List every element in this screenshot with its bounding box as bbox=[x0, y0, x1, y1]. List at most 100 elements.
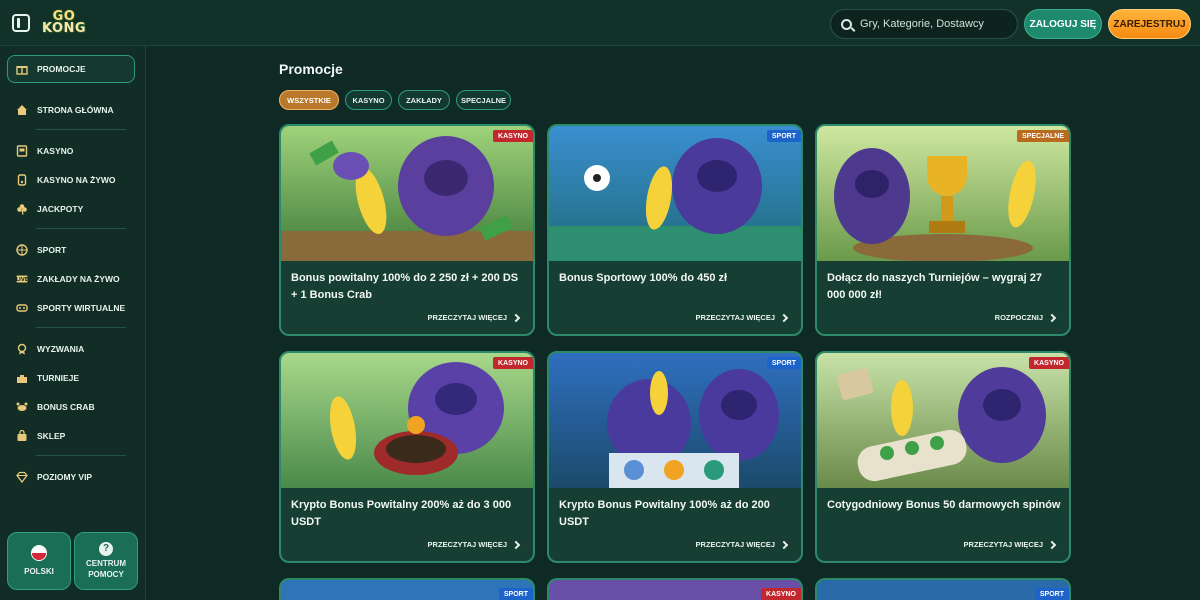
sidebar-item-label: SKLEP bbox=[37, 431, 66, 441]
sidebar-divider bbox=[36, 129, 126, 130]
read-more-link[interactable]: PRZECZYTAJ WIĘCEJ bbox=[427, 540, 521, 549]
promo-card[interactable]: KASYNO Bonus powitalny 100% do 2 250 zł … bbox=[279, 124, 535, 336]
category-badge: SPORT bbox=[498, 588, 533, 600]
sidebar-item-bonus-crab[interactable]: BONUS CRAB bbox=[16, 397, 95, 417]
promo-card-partial[interactable]: KASYNO bbox=[547, 578, 803, 600]
sidebar-item-shop[interactable]: SKLEP bbox=[16, 426, 65, 446]
promo-card-partial[interactable]: SPORT bbox=[279, 578, 535, 600]
sidebar-item-casino[interactable]: KASYNO bbox=[16, 141, 73, 161]
poland-flag-icon bbox=[31, 544, 47, 561]
clover-icon bbox=[16, 203, 28, 215]
tab-bets[interactable]: ZAKŁADY bbox=[398, 90, 450, 110]
promo-image-banana-gorilla-money bbox=[281, 126, 533, 261]
sidebar-item-vip-levels[interactable]: POZIOMY VIP bbox=[16, 467, 92, 487]
chevron-right-icon bbox=[511, 313, 521, 322]
read-more-link[interactable]: PRZECZYTAJ WIĘCEJ bbox=[963, 540, 1057, 549]
sidebar-item-live-casino[interactable]: KASYNO NA ŻYWO bbox=[16, 170, 116, 190]
sidebar-item-label: SPORTY WIRTUALNE bbox=[37, 303, 126, 313]
read-more-label: PRZECZYTAJ WIĘCEJ bbox=[695, 313, 775, 322]
crab-icon bbox=[16, 401, 28, 413]
tournament-icon bbox=[16, 372, 28, 384]
category-badge: SPORT bbox=[1034, 588, 1069, 600]
live-bets-icon: LIVE bbox=[16, 273, 29, 285]
chevron-right-icon bbox=[1047, 540, 1057, 549]
category-badge: KASYNO bbox=[761, 588, 801, 600]
read-more-link[interactable]: PRZECZYTAJ WIĘCEJ bbox=[696, 540, 789, 549]
sidebar-divider bbox=[36, 228, 126, 229]
sidebar-divider bbox=[36, 455, 126, 456]
promo-title: Cotygodniowy Bonus 50 darmowych spinów bbox=[827, 499, 1061, 511]
read-more-label: PRZECZYTAJ WIĘCEJ bbox=[427, 313, 507, 322]
category-badge: KASYNO bbox=[493, 357, 533, 369]
tab-all[interactable]: WSZYSTKIE bbox=[279, 90, 339, 110]
promo-card[interactable]: KASYNO Krypto Bonus Powitalny 200% aż do… bbox=[279, 351, 535, 563]
gift-icon bbox=[16, 63, 28, 75]
shop-bag-icon bbox=[16, 429, 28, 442]
page-title: Promocje bbox=[279, 61, 343, 77]
promo-card[interactable]: SPORT Krypto Bonus Powitalny 100% aż do … bbox=[547, 351, 803, 563]
medal-icon bbox=[16, 343, 28, 355]
sidebar-item-label: KASYNO bbox=[37, 146, 74, 156]
sidebar-item-home[interactable]: STRONA GŁÓWNA bbox=[16, 100, 114, 120]
search-icon bbox=[841, 18, 852, 30]
promo-image-crypto-podium bbox=[549, 353, 801, 488]
top-bar: GO KONG ZALOGUJ SIĘ ZAREJESTRUJ bbox=[0, 0, 1200, 46]
help-center-button[interactable]: ? CENTRUM POMOCY bbox=[74, 532, 138, 590]
promo-title: Krypto Bonus Powitalny 200% aż do 3 000 … bbox=[291, 499, 512, 529]
start-label: ROZPOCZNIJ bbox=[994, 313, 1043, 322]
promo-title: Dołącz do naszych Turniejów – wygraj 27 … bbox=[827, 272, 1042, 302]
promo-title: Bonus powitalny 100% do 2 250 zł + 200 D… bbox=[291, 272, 519, 302]
sidebar-item-label: POZIOMY VIP bbox=[37, 472, 93, 482]
logo-line-2: KONG bbox=[41, 21, 87, 36]
sidebar-item-label: ZAKŁADY NA ŻYWO bbox=[37, 274, 120, 284]
sidebar-item-challenges[interactable]: WYZWANIA bbox=[16, 339, 84, 359]
chevron-right-icon bbox=[1047, 313, 1057, 322]
sidebar-item-label: KASYNO NA ŻYWO bbox=[37, 175, 116, 185]
promo-card[interactable]: SPORT Bonus Sportowy 100% do 450 zł PRZE… bbox=[547, 124, 803, 336]
promo-card[interactable]: KASYNO Cotygodniowy Bonus 50 darmowych s… bbox=[815, 351, 1071, 563]
read-more-label: PRZECZYTAJ WIĘCEJ bbox=[427, 540, 507, 549]
home-icon bbox=[16, 104, 28, 116]
chevron-right-icon bbox=[779, 313, 789, 322]
category-badge: KASYNO bbox=[1029, 357, 1069, 369]
start-link[interactable]: ROZPOCZNIJ bbox=[994, 313, 1057, 322]
login-button[interactable]: ZALOGUJ SIĘ bbox=[1024, 9, 1102, 39]
live-casino-icon bbox=[16, 174, 28, 186]
sidebar-item-jackpots[interactable]: JACKPOTY bbox=[16, 199, 83, 219]
promo-card[interactable]: SPECJALNE Dołącz do naszych Turniejów – … bbox=[815, 124, 1071, 336]
virtual-sports-icon bbox=[16, 302, 28, 314]
sidebar-divider bbox=[36, 327, 126, 328]
read-more-link[interactable]: PRZECZYTAJ WIĘCEJ bbox=[427, 313, 521, 322]
search-box[interactable] bbox=[830, 9, 1018, 39]
sidebar-item-sport[interactable]: SPORT bbox=[16, 240, 66, 260]
read-more-label: PRZECZYTAJ WIĘCEJ bbox=[963, 540, 1043, 549]
help-label-line-1: CENTRUM bbox=[86, 558, 126, 568]
logo[interactable]: GO KONG bbox=[40, 6, 88, 40]
sidebar-toggle-icon[interactable] bbox=[12, 14, 30, 32]
promo-title: Bonus Sportowy 100% do 450 zł bbox=[559, 272, 728, 284]
category-badge: SPORT bbox=[766, 130, 801, 142]
chevron-right-icon bbox=[779, 540, 789, 549]
read-more-link[interactable]: PRZECZYTAJ WIĘCEJ bbox=[695, 313, 789, 322]
tab-casino[interactable]: KASYNO bbox=[345, 90, 392, 110]
language-button[interactable]: POLSKI bbox=[7, 532, 71, 590]
promo-title: Krypto Bonus Powitalny 100% aż do 200 US… bbox=[559, 499, 770, 529]
sidebar-item-label: BONUS CRAB bbox=[37, 402, 95, 412]
sidebar-item-label: STRONA GŁÓWNA bbox=[37, 105, 114, 115]
sidebar-item-promotions-label-row[interactable]: PROMOCJE bbox=[16, 59, 86, 79]
sidebar-item-tournaments[interactable]: TURNIEJE bbox=[16, 368, 79, 388]
sidebar-item-label: SPORT bbox=[37, 245, 67, 255]
sidebar: PROMOCJE STRONA GŁÓWNA KASYNO KASYNO NA … bbox=[0, 46, 146, 600]
sidebar-item-label: JACKPOTY bbox=[37, 204, 84, 214]
search-input[interactable] bbox=[860, 18, 1010, 30]
register-button[interactable]: ZAREJESTRUJ bbox=[1108, 9, 1191, 39]
promo-card-partial[interactable]: SPORT bbox=[815, 578, 1071, 600]
promo-image-sport-gorilla-football bbox=[549, 126, 801, 261]
sidebar-item-live-bets[interactable]: LIVE ZAKŁADY NA ŻYWO bbox=[16, 269, 120, 289]
tab-special[interactable]: SPECJALNE bbox=[456, 90, 511, 110]
sidebar-item-label: TURNIEJE bbox=[37, 373, 80, 383]
sidebar-item-virtual-sports[interactable]: SPORTY WIRTUALNE bbox=[16, 298, 125, 318]
sidebar-item-label: PROMOCJE bbox=[37, 64, 86, 74]
sidebar-item-label: WYZWANIA bbox=[37, 344, 85, 354]
chevron-right-icon bbox=[511, 540, 521, 549]
